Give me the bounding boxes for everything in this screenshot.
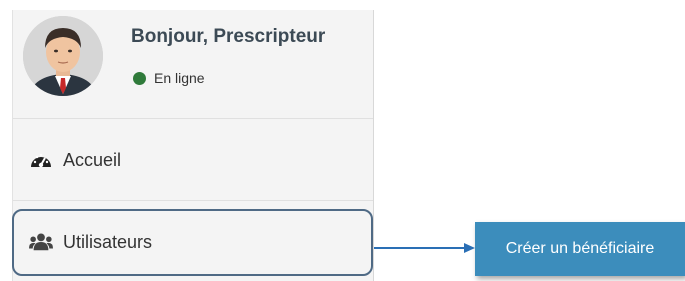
screenshot-stage: Bonjour, Prescripteur En ligne Accueil U… [0,0,685,281]
user-panel: Bonjour, Prescripteur En ligne [13,10,373,119]
avatar [23,16,103,96]
avatar-image [23,16,103,96]
sidebar-item-utilisateurs[interactable]: Utilisateurs [13,202,373,281]
sidebar-item-accueil[interactable]: Accueil [13,120,373,201]
sidebar-item-label: Accueil [63,149,122,170]
online-status: En ligne [133,70,205,86]
sidebar: Bonjour, Prescripteur En ligne Accueil U… [12,10,374,281]
status-label: En ligne [154,70,205,86]
dashboard-icon [29,148,53,172]
create-beneficiary-button[interactable]: Créer un bénéficiaire [475,222,685,276]
online-status-dot-icon [133,71,146,85]
arrow-right-icon [374,243,475,253]
greeting-text: Bonjour, Prescripteur [131,26,326,47]
sidebar-item-label: Utilisateurs [63,231,153,252]
users-icon [29,230,53,254]
